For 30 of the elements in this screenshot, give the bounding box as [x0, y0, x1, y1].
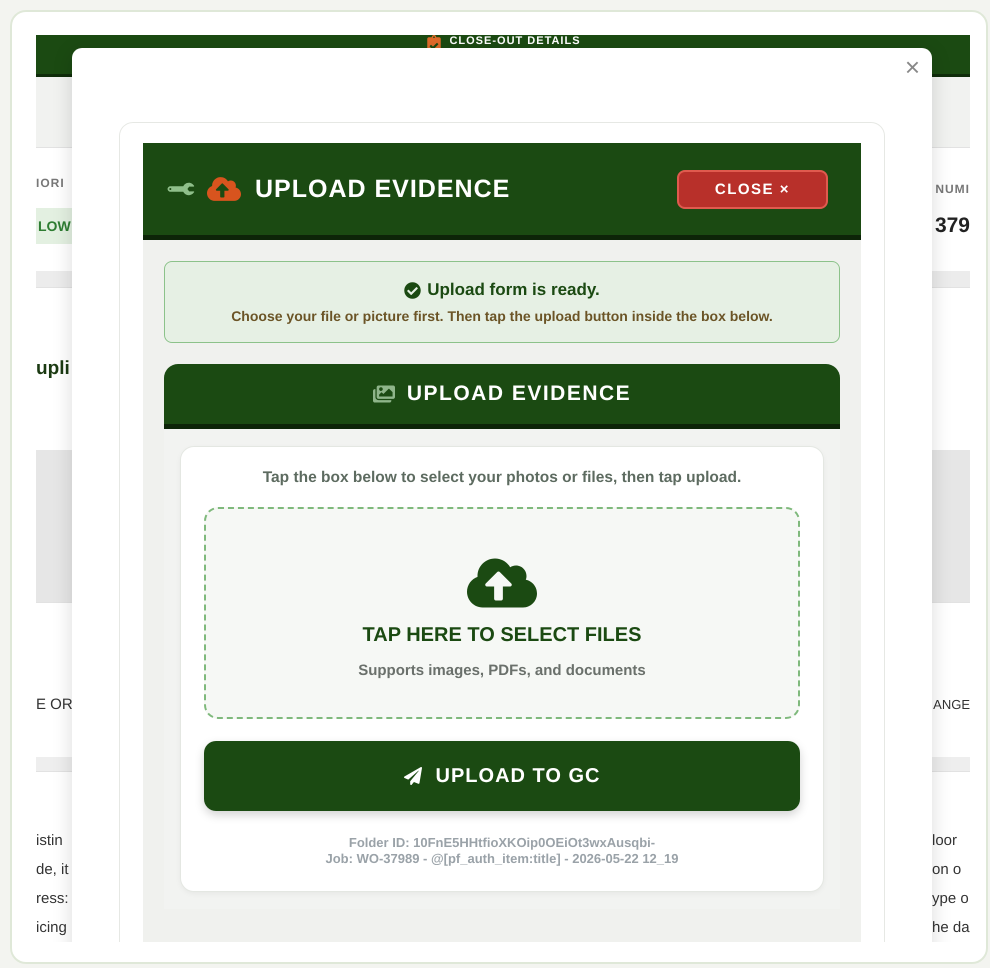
close-button[interactable]: CLOSE × — [676, 170, 828, 208]
folder-info: Folder ID: 10FnE5HHtfioXKOip0OEiOt3wxAusqbi- — [348, 835, 656, 851]
page-title: CLOSE-OUT DETAILS — [449, 35, 581, 47]
panel-title: UPLOAD EVIDENCE — [255, 174, 512, 204]
section-heading: upli — [36, 358, 70, 380]
notice-title: Upload form is ready. — [427, 280, 600, 300]
close-button[interactable]: × — [900, 54, 924, 80]
paragraph-line: istin — [36, 831, 63, 851]
dropzone-title: TAP HERE TO SELECT FILES — [362, 624, 642, 646]
dropzone-hint: Supports images, PDFs, and documents — [358, 662, 646, 678]
file-dropzone[interactable]: TAP HERE TO SELECT FILES Supports images, PDFs, and documents — [204, 507, 800, 719]
paragraph-line: on o — [932, 860, 962, 880]
field-label: ANGE — [933, 696, 970, 714]
field-value: 379 — [934, 214, 970, 238]
paragraph-line: he da — [932, 918, 970, 938]
section-title: UPLOAD EVIDENCE — [406, 382, 632, 406]
field-label: NUMI — [935, 182, 970, 196]
field-label: IORI — [36, 176, 65, 190]
paragraph-line: loor — [932, 831, 958, 851]
paragraph-line: ress: — [36, 889, 69, 909]
field-label: E OR — [36, 695, 73, 715]
paper-plane-icon — [404, 767, 422, 785]
notice-message: Choose your file or picture first. Then tap the upload button inside the box below. — [231, 308, 773, 324]
paragraph-line: de, it — [36, 860, 69, 880]
folder-info: Job: WO-37989 - @[pf_auth_item:title] - 2026-05-22 12_19 — [326, 851, 678, 867]
images-icon — [372, 383, 395, 405]
upload-button[interactable]: UPLOAD TO GC — [204, 741, 800, 811]
paragraph-line: ype o — [932, 889, 969, 909]
instructions: Tap the box below to select your photos or files, then tap upload. — [262, 469, 742, 487]
paragraph-line: icing — [36, 918, 67, 938]
